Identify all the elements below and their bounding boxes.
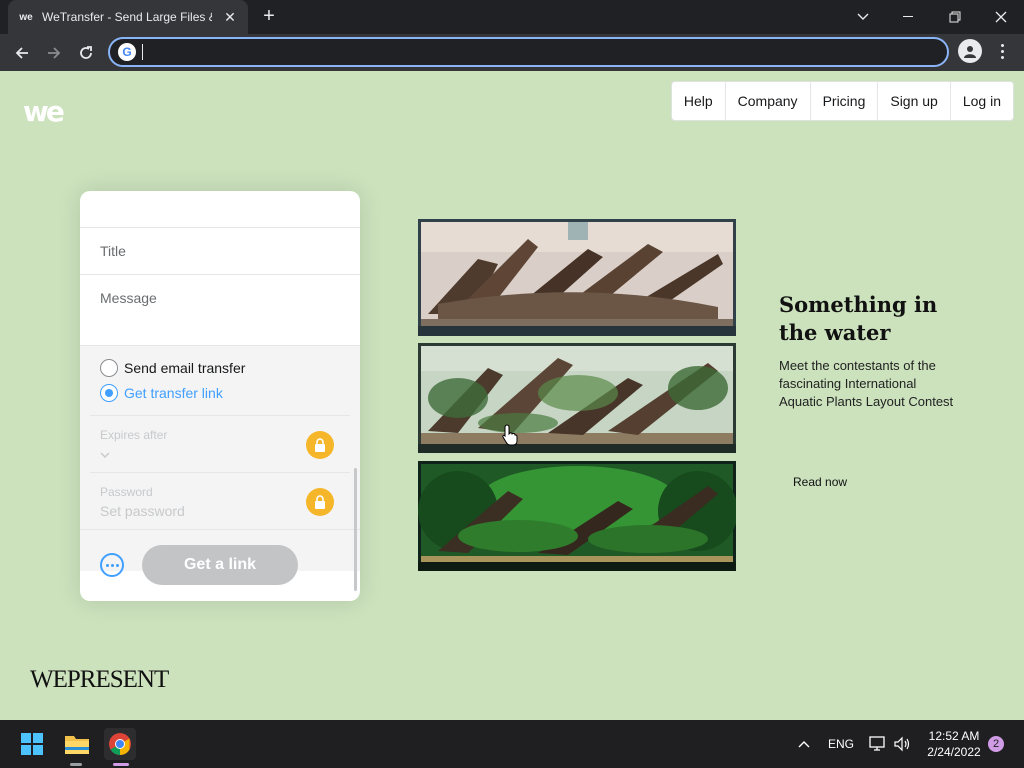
email-transfer-radio[interactable] [100,359,118,377]
notification-badge[interactable]: 2 [988,736,1004,752]
aquarium-image-1[interactable] [418,219,736,336]
expires-label: Expires after [100,428,168,442]
expires-field[interactable]: Expires after [90,415,350,472]
forward-icon[interactable] [40,39,68,67]
transfer-link-option[interactable]: Get transfer link [100,384,223,402]
email-transfer-option[interactable]: Send email transfer [100,359,245,377]
title-field[interactable]: Title [80,228,360,275]
password-field[interactable]: Password Set password [90,472,350,529]
browser-tab-bar: we WeTransfer - Send Large Files & Share… [0,0,1024,34]
email-transfer-label: Send email transfer [124,360,246,376]
password-placeholder: Set password [100,503,185,519]
chrome-taskbar-icon[interactable] [104,728,136,760]
address-bar[interactable]: G [108,37,949,67]
language-indicator[interactable]: ENG [828,720,854,768]
text-caret [142,44,143,60]
nav-sign-up[interactable]: Sign up [878,82,951,120]
wetransfer-favicon-icon: we [19,11,33,23]
read-now-link[interactable]: Read now [793,475,847,489]
browser-menu-icon[interactable] [992,39,1012,63]
get-link-button[interactable]: Get a link [142,545,298,585]
password-label: Password [100,485,153,499]
divider [80,529,360,530]
transfer-options: Send email transfer Get transfer link Ex… [80,346,360,571]
volume-icon[interactable] [893,720,911,768]
transfer-link-label: Get transfer link [124,385,223,401]
aquarium-image-3[interactable] [418,461,736,571]
reload-icon[interactable] [72,39,100,67]
network-icon[interactable] [869,720,887,768]
nav-company[interactable]: Company [726,82,811,120]
lock-icon[interactable] [306,488,334,516]
file-explorer-icon[interactable] [61,728,93,760]
transfer-panel: Title Message Send email transfer Get tr… [80,191,360,601]
chrome-active-indicator [113,763,129,766]
aquarium-image-2[interactable] [418,343,736,453]
chevron-up-icon[interactable] [798,720,810,768]
lock-icon[interactable] [306,431,334,459]
top-navigation: Help Company Pricing Sign up Log in [670,81,1014,121]
wepresent-logo[interactable]: WEPRESENT [30,666,169,694]
clock-time: 12:52 AM [928,729,980,743]
explorer-indicator [70,763,82,766]
expires-chevron-icon [100,446,340,462]
nav-help[interactable]: Help [672,82,726,120]
wetransfer-logo[interactable]: we [23,95,65,128]
minimize-button[interactable] [886,0,932,34]
feature-article: Something in the water Meet the contesta… [779,291,979,411]
page-content: we Help Company Pricing Sign up Log in T… [0,71,1024,720]
email-field[interactable] [80,191,360,228]
tab-search-icon[interactable] [840,0,886,34]
windows-start-icon[interactable] [16,728,48,760]
panel-scrollbar[interactable] [354,468,357,591]
close-window-button[interactable] [978,0,1024,34]
more-options-icon[interactable] [100,553,124,577]
feature-headline[interactable]: Something in the water [779,291,979,347]
clock-date: 2/24/2022 [927,745,981,759]
message-field[interactable]: Message [80,275,360,346]
tab-close-icon[interactable]: ✕ [222,9,238,26]
restore-button[interactable] [932,0,978,34]
hand-cursor-icon [502,424,518,446]
google-icon: G [118,43,136,61]
title-placeholder: Title [100,243,126,259]
transfer-link-radio[interactable] [100,384,118,402]
feature-description: Meet the contestants of the fascinating … [779,358,954,409]
profile-icon[interactable] [958,39,982,63]
new-tab-button[interactable]: + [258,6,280,28]
back-icon[interactable] [8,39,36,67]
nav-log-in[interactable]: Log in [951,82,1013,120]
browser-tab[interactable]: we WeTransfer - Send Large Files & Share… [8,0,248,34]
nav-pricing[interactable]: Pricing [811,82,879,120]
browser-toolbar: G [0,34,1024,71]
message-placeholder: Message [100,290,157,306]
tab-title: WeTransfer - Send Large Files & Share Ph… [42,10,212,24]
windows-taskbar: ENG 12:52 AM 2/24/2022 2 [0,720,1024,768]
system-clock[interactable]: 12:52 AM 2/24/2022 [920,728,988,760]
